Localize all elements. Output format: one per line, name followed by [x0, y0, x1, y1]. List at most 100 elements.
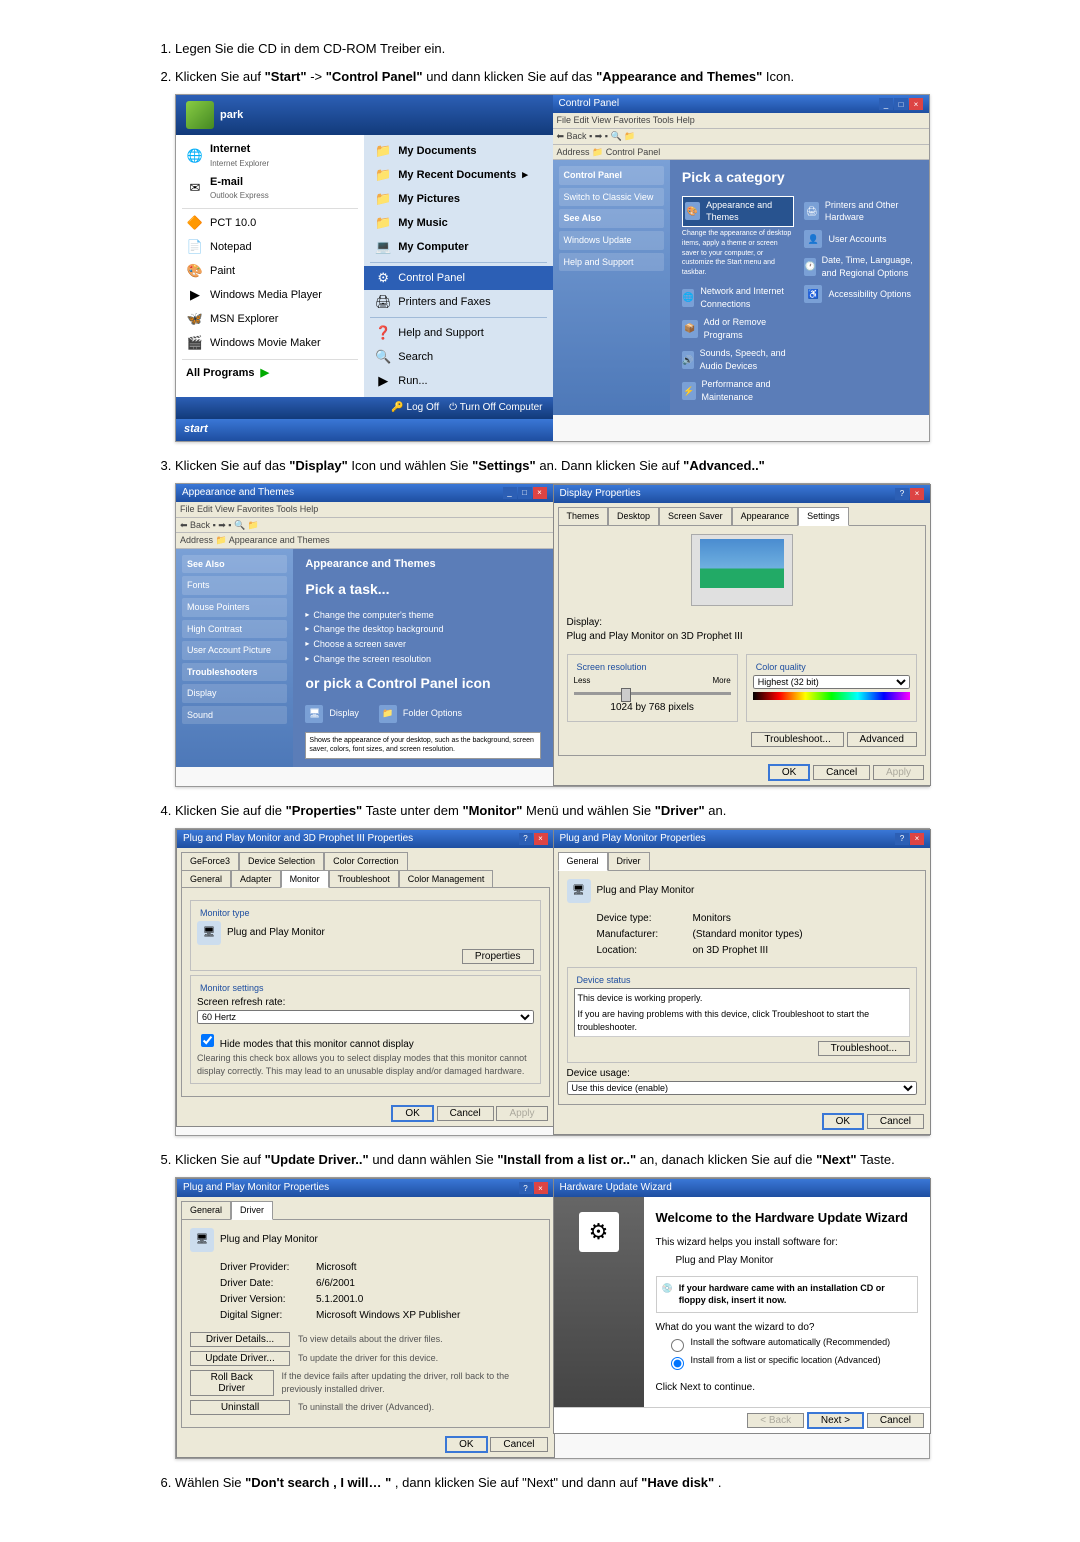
cancel-button[interactable]: Cancel: [490, 1437, 547, 1452]
device-usage-select[interactable]: Use this device (enable): [567, 1081, 918, 1095]
sm-email[interactable]: ✉E-mailOutlook Express: [176, 172, 364, 205]
side-mouse[interactable]: Mouse Pointers: [182, 598, 287, 617]
menu-bar[interactable]: File Edit View Favorites Tools Help: [553, 113, 930, 129]
back-button[interactable]: < Back: [747, 1413, 804, 1428]
toolbar[interactable]: ⬅ Back ▪ ➡ ▪ 🔍 📁: [553, 129, 930, 145]
minimize-button[interactable]: _: [879, 98, 893, 110]
sm-mycomp[interactable]: 💻My Computer: [364, 235, 552, 259]
tab-colorcorr[interactable]: Color Correction: [324, 852, 408, 870]
color-quality-select[interactable]: Highest (32 bit): [753, 675, 910, 689]
sm-mydocs[interactable]: 📁My Documents: [364, 139, 552, 163]
cat-perf[interactable]: ⚡Performance and Maintenance: [682, 375, 795, 406]
cat-addremove[interactable]: 📦Add or Remove Programs: [682, 313, 795, 344]
task-res[interactable]: Change the screen resolution: [305, 652, 540, 667]
sm-controlpanel[interactable]: ⚙Control Panel: [364, 266, 552, 290]
tab-general[interactable]: General: [558, 852, 608, 871]
tab-themes[interactable]: Themes: [558, 507, 609, 526]
sm-internet[interactable]: 🌐InternetInternet Explorer: [176, 139, 364, 172]
side-ts-sound[interactable]: Sound: [182, 706, 287, 725]
maximize-button[interactable]: □: [894, 98, 908, 110]
ok-button[interactable]: OK: [445, 1436, 487, 1453]
close-button[interactable]: ×: [534, 833, 548, 845]
help-button[interactable]: ?: [519, 1182, 533, 1194]
side-ts-display[interactable]: Display: [182, 684, 287, 703]
start-button[interactable]: start: [176, 419, 553, 440]
troubleshoot-button[interactable]: Troubleshoot...: [818, 1041, 910, 1056]
help-button[interactable]: ?: [895, 833, 909, 845]
side-contrast[interactable]: High Contrast: [182, 620, 287, 639]
apply-button[interactable]: Apply: [873, 765, 924, 780]
cancel-button[interactable]: Cancel: [813, 765, 870, 780]
side-switch[interactable]: Switch to Classic View: [559, 188, 664, 207]
cancel-button[interactable]: Cancel: [437, 1106, 494, 1121]
sm-recent[interactable]: 📁My Recent Documents ▸: [364, 163, 552, 187]
help-button[interactable]: ?: [519, 833, 533, 845]
side-help[interactable]: Help and Support: [559, 253, 664, 272]
sm-wmp[interactable]: ▶Windows Media Player: [176, 284, 364, 308]
ok-button[interactable]: OK: [391, 1105, 433, 1122]
side-winupdate[interactable]: Windows Update: [559, 231, 664, 250]
sm-music[interactable]: 📁My Music: [364, 211, 552, 235]
maximize-button[interactable]: □: [518, 487, 532, 499]
cancel-button[interactable]: Cancel: [867, 1413, 924, 1428]
update-driver-button[interactable]: Update Driver...: [190, 1351, 290, 1366]
close-button[interactable]: ×: [534, 1182, 548, 1194]
sm-allprograms[interactable]: All Programs ▶: [176, 363, 364, 384]
advanced-button[interactable]: Advanced: [847, 732, 917, 747]
side-fonts[interactable]: Fonts: [182, 576, 287, 595]
task-bg[interactable]: Change the desktop background: [305, 622, 540, 637]
sm-pics[interactable]: 📁My Pictures: [364, 187, 552, 211]
sm-msn[interactable]: 🦋MSN Explorer: [176, 308, 364, 332]
tab-screensaver[interactable]: Screen Saver: [659, 507, 732, 526]
tab-troubleshoot[interactable]: Troubleshoot: [329, 870, 399, 889]
cat-sounds[interactable]: 🔊Sounds, Speech, and Audio Devices: [682, 344, 795, 375]
tab-general[interactable]: General: [181, 1201, 231, 1220]
opt-list[interactable]: Install from a list or specific location…: [656, 1353, 919, 1371]
sm-run[interactable]: ▶Run...: [364, 369, 552, 393]
address-bar[interactable]: Address 📁 Appearance and Themes: [176, 533, 553, 549]
turnoff-button[interactable]: ⏻ Turn Off Computer: [449, 401, 542, 415]
sm-printers[interactable]: 🖨Printers and Faxes: [364, 290, 552, 314]
close-button[interactable]: ×: [910, 833, 924, 845]
side-acctpic[interactable]: User Account Picture: [182, 641, 287, 660]
tab-driver[interactable]: Driver: [231, 1201, 273, 1220]
opt-auto[interactable]: Install the software automatically (Reco…: [656, 1335, 919, 1353]
apply-button[interactable]: Apply: [496, 1106, 547, 1121]
task-theme[interactable]: Change the computer's theme: [305, 608, 540, 623]
sm-moviemaker[interactable]: 🎬Windows Movie Maker: [176, 332, 364, 356]
troubleshoot-button[interactable]: Troubleshoot...: [751, 732, 843, 747]
ok-button[interactable]: OK: [822, 1113, 864, 1130]
hide-modes-checkbox[interactable]: [201, 1034, 214, 1047]
sm-pct[interactable]: 🔶PCT 10.0: [176, 212, 364, 236]
tab-adapter[interactable]: Adapter: [231, 870, 281, 889]
cat-network[interactable]: 🌐Network and Internet Connections: [682, 282, 795, 313]
logoff-button[interactable]: 🔑 Log Off: [391, 401, 439, 415]
address-bar[interactable]: Address 📁 Control Panel: [553, 145, 930, 161]
help-button[interactable]: ?: [895, 488, 909, 500]
close-button[interactable]: ×: [533, 487, 547, 499]
tab-monitor[interactable]: Monitor: [281, 870, 329, 889]
task-ss[interactable]: Choose a screen saver: [305, 637, 540, 652]
minimize-button[interactable]: _: [503, 487, 517, 499]
cancel-button[interactable]: Cancel: [867, 1114, 924, 1129]
cat-appearance[interactable]: 🎨Appearance and Themes: [682, 196, 795, 227]
sm-search[interactable]: 🔍Search: [364, 345, 552, 369]
ok-button[interactable]: OK: [768, 764, 810, 781]
menu-bar[interactable]: File Edit View Favorites Tools Help: [176, 502, 553, 518]
tab-geforce[interactable]: GeForce3: [181, 852, 239, 870]
tab-colormgmt[interactable]: Color Management: [399, 870, 494, 889]
sm-paint[interactable]: 🎨Paint: [176, 260, 364, 284]
sm-help[interactable]: ❓Help and Support: [364, 321, 552, 345]
properties-button[interactable]: Properties: [462, 949, 534, 964]
tab-desktop[interactable]: Desktop: [608, 507, 659, 526]
tab-driver[interactable]: Driver: [608, 852, 650, 871]
rollback-button[interactable]: Roll Back Driver: [190, 1370, 274, 1396]
sm-notepad[interactable]: 📄Notepad: [176, 236, 364, 260]
icon-folder-opts[interactable]: 📁Folder Options: [379, 702, 462, 726]
refresh-rate-select[interactable]: 60 Hertz: [197, 1010, 534, 1024]
tab-general[interactable]: General: [181, 870, 231, 889]
uninstall-button[interactable]: Uninstall: [190, 1400, 290, 1415]
toolbar[interactable]: ⬅ Back ▪ ➡ ▪ 🔍 📁: [176, 518, 553, 534]
cat-regional[interactable]: 🕐Date, Time, Language, and Regional Opti…: [804, 251, 917, 282]
icon-display[interactable]: 🖥Display: [305, 702, 359, 726]
